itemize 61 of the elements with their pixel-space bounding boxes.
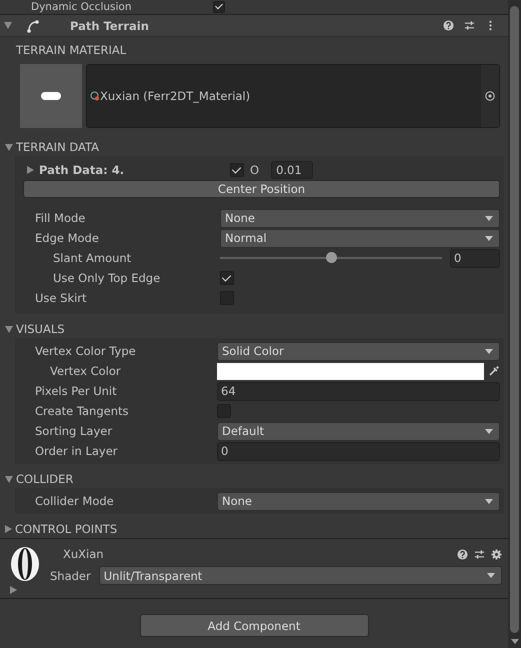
object-picker-icon[interactable] xyxy=(485,91,495,101)
dropdown[interactable]: Solid Color xyxy=(217,342,500,360)
add-component-button[interactable]: Add Component xyxy=(140,614,368,637)
dropdown[interactable]: Unlit/Transparent xyxy=(98,566,502,585)
property-label: Vertex Color xyxy=(49,364,122,378)
slider-thumb[interactable] xyxy=(326,252,337,263)
property-label: Path Data: 4. xyxy=(39,163,124,177)
center-position-button[interactable]: Center Position xyxy=(23,180,500,198)
sliders-icon[interactable] xyxy=(474,548,485,560)
property-label: Vertex Color Type xyxy=(34,344,137,358)
help-icon[interactable] xyxy=(443,20,454,31)
material-name: XuXian xyxy=(63,547,105,561)
caret-icon xyxy=(485,236,493,240)
checkbox[interactable] xyxy=(213,1,225,13)
caret-icon xyxy=(485,348,493,354)
foldout-arrow-icon[interactable] xyxy=(4,22,12,29)
object-field[interactable]: Xuxian (Ferr2DT_Material) xyxy=(86,64,500,128)
help-icon[interactable] xyxy=(457,548,468,560)
scrollbar[interactable] xyxy=(508,0,521,648)
settings-icon[interactable] xyxy=(491,548,502,560)
dropdown[interactable]: None xyxy=(220,208,500,228)
property-label: Use Skirt xyxy=(34,291,88,305)
property-label: Collider Mode xyxy=(34,494,115,508)
number-field[interactable]: 64 xyxy=(217,382,500,400)
property-label: Fill Mode xyxy=(34,211,86,225)
color-field[interactable] xyxy=(217,362,484,380)
component-title: Path Terrain xyxy=(70,18,150,32)
scroll-down-arrow-icon[interactable] xyxy=(510,639,518,644)
caret-icon xyxy=(485,498,493,504)
number-field[interactable]: 0.01 xyxy=(271,161,314,179)
property-label: Sorting Layer xyxy=(34,424,114,438)
section-label: VISUALS xyxy=(16,322,65,336)
caret-icon xyxy=(485,428,493,434)
checkbox[interactable] xyxy=(230,163,244,177)
section-label: TERRAIN MATERIAL xyxy=(15,42,128,59)
eyedropper-icon[interactable] xyxy=(488,365,500,377)
property-label: Pixels Per Unit xyxy=(34,384,118,398)
property-label: Shader xyxy=(50,568,91,582)
sliders-icon[interactable] xyxy=(464,20,475,31)
dropdown[interactable]: Default xyxy=(217,422,500,440)
property-label: Slant Amount xyxy=(52,251,132,265)
dropdown[interactable]: Normal xyxy=(220,228,500,248)
path-curve-icon[interactable] xyxy=(26,18,40,32)
number-field[interactable]: 0 xyxy=(450,248,500,268)
number-field[interactable]: 0 xyxy=(217,442,500,460)
material-preview xyxy=(20,64,82,128)
material-icon[interactable] xyxy=(90,91,100,101)
section-label: COLLIDER xyxy=(16,472,74,486)
property-label: Dynamic Occlusion xyxy=(30,0,132,14)
property-label: Use Only Top Edge xyxy=(52,271,162,285)
property-label: Edge Mode xyxy=(34,231,100,245)
toggle-label: O xyxy=(250,163,260,177)
caret-icon xyxy=(485,216,493,220)
property-label: Order in Layer xyxy=(34,444,119,458)
caret-icon xyxy=(487,573,495,578)
checkbox[interactable] xyxy=(220,271,234,285)
section-label: TERRAIN DATA xyxy=(16,140,99,154)
property-label: Create Tangents xyxy=(34,404,130,418)
material-sphere-icon[interactable] xyxy=(10,546,40,582)
dropdown[interactable]: None xyxy=(217,492,500,510)
section-label: CONTROL POINTS xyxy=(15,522,118,536)
